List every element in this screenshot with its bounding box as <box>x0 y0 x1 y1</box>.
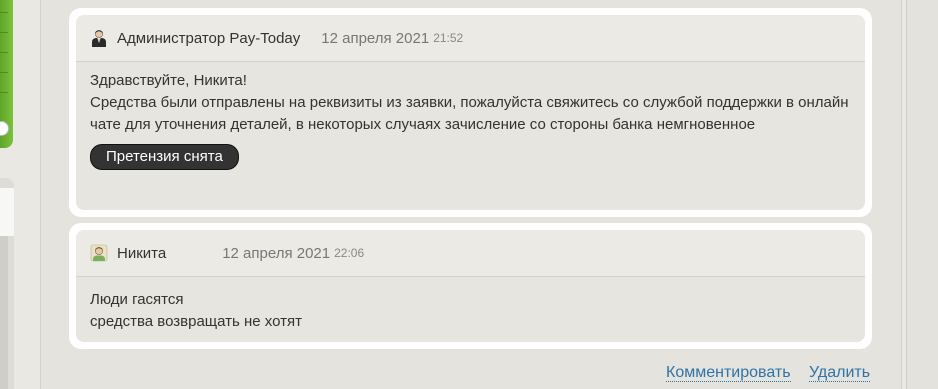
comment-body: Люди гасятся средства возвращать не хотя… <box>76 277 865 333</box>
comment-body: Здравствуйте, Никита! Средства были отпр… <box>76 62 865 170</box>
comment-time: 21:52 <box>433 31 464 45</box>
comment-date: 12 апреля 2021 <box>321 29 430 47</box>
comment-text-line: Люди гасятся <box>90 291 184 308</box>
status-badge: Претензия снята <box>90 144 239 170</box>
delete-link[interactable]: Удалить <box>809 364 871 382</box>
comment-header: Никита 12 апреля 2021 22:06 <box>76 230 865 277</box>
comment-link[interactable]: Комментировать <box>666 364 791 382</box>
right-rail <box>906 0 938 389</box>
comment-date: 12 апреля 2021 <box>222 244 331 262</box>
comment-time: 22:06 <box>334 246 365 260</box>
comment-text-line: Средства были отправлены на реквизиты из… <box>90 94 849 133</box>
left-panel-gray <box>0 178 14 389</box>
comment-author[interactable]: Никита <box>117 245 166 262</box>
comment-author[interactable]: Администратор Pay-Today <box>117 30 300 47</box>
comment-text-line: средства возвращать не хотят <box>90 313 302 330</box>
comment-text-line: Здравствуйте, Никита! <box>90 72 247 89</box>
user-avatar-icon <box>90 244 108 262</box>
admin-avatar-icon <box>90 29 108 47</box>
comment-card: Администратор Pay-Today 12 апреля 2021 2… <box>69 8 872 217</box>
comment-header: Администратор Pay-Today 12 апреля 2021 2… <box>76 15 865 62</box>
comment-card: Никита 12 апреля 2021 22:06 Люди гасятся… <box>69 223 872 349</box>
comment-actions: Комментировать Удалить <box>666 364 871 382</box>
